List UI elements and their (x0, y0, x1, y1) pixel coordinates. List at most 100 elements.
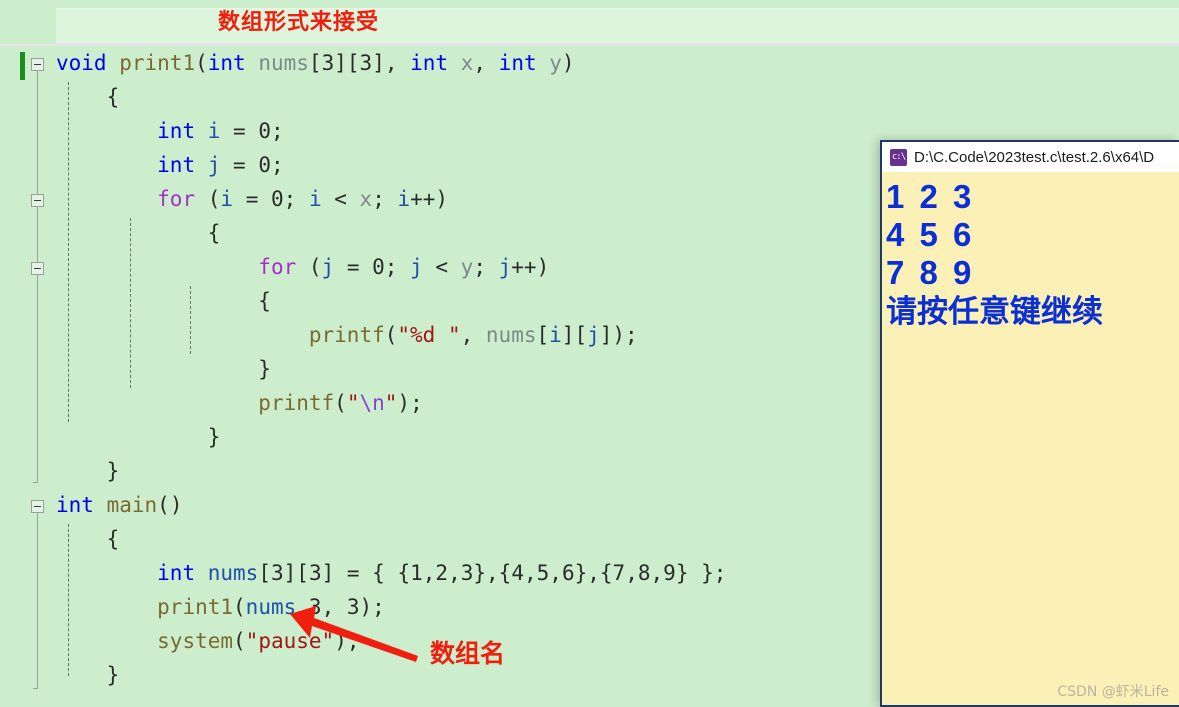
code-token: ][ (283, 561, 309, 585)
editor-top-padding (0, 0, 1179, 8)
code-token: 4 (511, 561, 524, 585)
code-line[interactable]: void print1(int nums[3][3], int x, int y… (56, 46, 1179, 80)
code-token: i (397, 187, 411, 211)
code-token: 8 (637, 561, 651, 585)
code-token: < (422, 255, 461, 279)
code-token: int (498, 51, 537, 75)
code-token: int (157, 561, 196, 585)
code-line[interactable]: { (56, 80, 1179, 114)
code-token: } (106, 663, 120, 687)
code-token: printf (258, 391, 335, 415)
fold-guide-foot-main (33, 688, 38, 689)
code-token: ; (283, 187, 309, 211)
annotation-top-label: 数组形式来接受 (218, 10, 380, 35)
code-token: y (460, 255, 474, 279)
code-token: [ (536, 323, 550, 347)
code-token: = (220, 153, 259, 177)
code-token: nums (207, 561, 259, 585)
code-token: = (220, 119, 259, 143)
code-token: ][ (561, 323, 588, 347)
console-prompt-line: 请按任意键继续 (886, 294, 1103, 330)
code-token: { (207, 221, 221, 245)
code-token: printf (308, 323, 385, 347)
code-token: ( (334, 391, 347, 415)
code-token: 3 (460, 561, 474, 585)
fold-toggle-print1[interactable] (31, 58, 44, 71)
fold-toggle-for-outer[interactable] (31, 194, 44, 207)
code-token: { (106, 527, 120, 551)
code-token: main (106, 493, 158, 517)
watermark-label: CSDN @虾米Life (1057, 684, 1169, 700)
code-token: ( (233, 595, 246, 619)
code-token: 3 (321, 51, 335, 75)
code-token: i (549, 323, 562, 347)
code-token: " (384, 391, 398, 415)
code-token: x (359, 187, 373, 211)
code-token: for (258, 255, 297, 279)
fold-guide-print1 (37, 71, 38, 482)
code-token: int (157, 119, 196, 143)
code-token: "%d " (397, 323, 461, 347)
code-token: ( (296, 255, 322, 279)
code-token: , (460, 323, 486, 347)
code-token: ] = { { (321, 561, 411, 585)
code-token: i (207, 119, 221, 143)
console-output-line: 7 8 9 (886, 254, 975, 291)
code-token: },{ (574, 561, 613, 585)
code-token: for (157, 187, 196, 211)
console-titlebar[interactable]: c:\ D:\C.Code\2023test.c\test.2.6\x64\D (882, 142, 1179, 172)
code-token: int (56, 493, 94, 517)
code-token: { (106, 85, 120, 109)
code-token: ; (372, 187, 398, 211)
code-token: int (410, 51, 449, 75)
annotation-arrow-label: 数组名 (430, 639, 506, 668)
code-token: < (321, 187, 360, 211)
code-token: int (207, 51, 246, 75)
code-token: 3 (359, 51, 373, 75)
code-token: y (549, 51, 562, 75)
code-token: 0 (258, 153, 271, 177)
code-token: 7 (612, 561, 626, 585)
code-token: [ (258, 561, 271, 585)
code-token: ][ (334, 51, 360, 75)
code-token: system (157, 629, 234, 653)
code-token: ], (372, 51, 411, 75)
console-window-title: D:\C.Code\2023test.c\test.2.6\x64\D (914, 148, 1155, 166)
code-token: ; (271, 119, 284, 143)
fold-toggle-main[interactable] (31, 500, 44, 513)
code-token: void (56, 51, 107, 75)
code-token: } (106, 459, 120, 483)
code-token: ]); (599, 323, 638, 347)
code-token: , (448, 561, 461, 585)
code-token: j (498, 255, 512, 279)
code-token: nums (245, 595, 297, 619)
code-token: i (308, 187, 322, 211)
code-token: 0 (372, 255, 385, 279)
editor-gutter[interactable] (0, 46, 56, 707)
code-token: nums (258, 51, 309, 75)
fold-guide-foot-print1 (33, 482, 38, 483)
code-token: ; (271, 153, 284, 177)
code-token: ++) (410, 187, 449, 211)
code-token: },{ (473, 561, 512, 585)
code-token: = (334, 255, 373, 279)
fold-toggle-for-inner[interactable] (31, 262, 44, 275)
annotation-arrow-icon (290, 606, 418, 662)
code-token: 5 (536, 561, 550, 585)
console-window[interactable]: c:\ D:\C.Code\2023test.c\test.2.6\x64\D … (880, 140, 1179, 707)
code-token: , (523, 561, 537, 585)
code-token: } (207, 425, 221, 449)
